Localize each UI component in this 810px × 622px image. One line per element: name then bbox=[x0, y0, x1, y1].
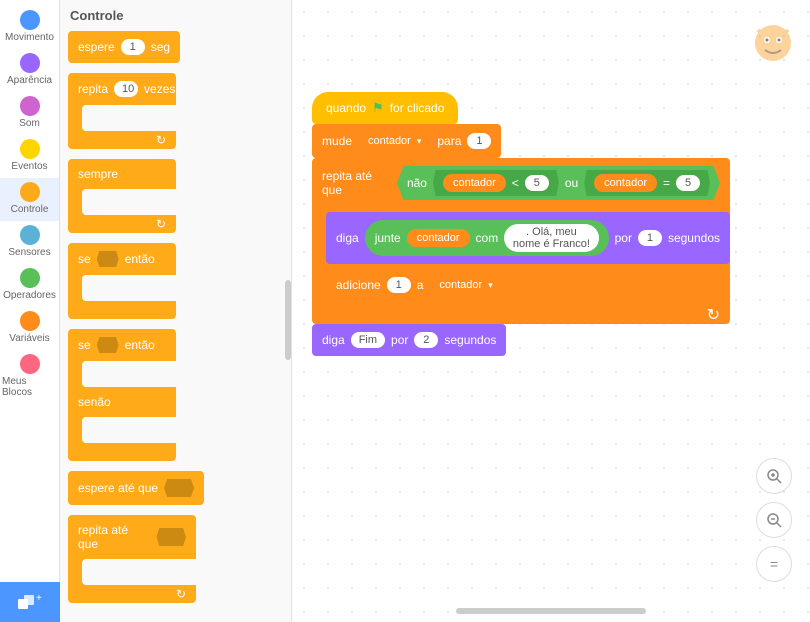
block-forever[interactable]: sempre ↻ bbox=[68, 159, 176, 233]
block-repeat-until-instance[interactable]: repita até que não contador < 5 ou conta… bbox=[312, 158, 730, 324]
loop-arrow-icon: ↻ bbox=[156, 217, 166, 231]
block-repeat-until[interactable]: repita até que ↻ bbox=[68, 515, 196, 603]
cat-som[interactable]: Som bbox=[0, 92, 59, 135]
block-repeat[interactable]: repita10vezes ↻ bbox=[68, 73, 176, 149]
cat-variaveis[interactable]: Variáveis bbox=[0, 307, 59, 350]
block-change-var[interactable]: adicione 1 a contador bbox=[326, 268, 513, 302]
op-not[interactable]: não contador < 5 ou contador = 5 bbox=[397, 166, 720, 200]
zoom-out-button[interactable] bbox=[756, 502, 792, 538]
category-sidebar: Movimento Aparência Som Eventos Controle… bbox=[0, 0, 60, 622]
block-say-for-secs[interactable]: diga junte contador com . Olá, meu nome … bbox=[326, 212, 730, 264]
green-flag-icon: ⚑ bbox=[372, 100, 384, 116]
block-say-for-secs-end[interactable]: diga Fim por 2 segundos bbox=[312, 324, 506, 356]
cat-eventos[interactable]: Eventos bbox=[0, 135, 59, 178]
block-ifelse[interactable]: seentão senão bbox=[68, 329, 176, 461]
sprite-watermark-icon bbox=[750, 20, 796, 66]
zoom-reset-button[interactable]: = bbox=[756, 546, 792, 582]
zoom-controls: = bbox=[756, 458, 792, 582]
svg-text:+: + bbox=[36, 593, 42, 604]
cat-aparencia[interactable]: Aparência bbox=[0, 49, 59, 92]
cat-meusblocos[interactable]: Meus Blocos bbox=[0, 350, 59, 404]
block-when-flag-clicked[interactable]: quando ⚑ for clicado bbox=[312, 92, 458, 124]
op-join[interactable]: junte contador com . Olá, meu nome é Fra… bbox=[365, 220, 609, 256]
block-palette[interactable]: Controle espere1seg repita10vezes ↻ semp… bbox=[60, 0, 292, 622]
block-wait-until[interactable]: espere até que bbox=[68, 471, 204, 505]
loop-arrow-icon: ↻ bbox=[707, 305, 720, 325]
cat-movimento[interactable]: Movimento bbox=[0, 6, 59, 49]
op-lt[interactable]: contador < 5 bbox=[433, 170, 559, 196]
zoom-in-button[interactable] bbox=[756, 458, 792, 494]
block-set-var[interactable]: mude contador para 1 bbox=[312, 124, 501, 158]
palette-header: Controle bbox=[70, 8, 291, 23]
loop-arrow-icon: ↻ bbox=[156, 133, 166, 147]
script-stack[interactable]: quando ⚑ for clicado mude contador para … bbox=[312, 92, 730, 356]
block-if[interactable]: seentão bbox=[68, 243, 176, 319]
cat-controle[interactable]: Controle bbox=[0, 178, 59, 221]
op-eq[interactable]: contador = 5 bbox=[584, 170, 710, 196]
loop-arrow-icon: ↻ bbox=[176, 587, 186, 601]
palette-scrollbar[interactable] bbox=[285, 280, 291, 360]
workspace-scrollbar[interactable] bbox=[456, 608, 646, 614]
var-dropdown[interactable]: contador bbox=[358, 132, 431, 150]
workspace[interactable]: quando ⚑ for clicado mude contador para … bbox=[292, 0, 810, 622]
cat-sensores[interactable]: Sensores bbox=[0, 221, 59, 264]
block-wait[interactable]: espere1seg bbox=[68, 31, 180, 63]
cat-operadores[interactable]: Operadores bbox=[0, 264, 59, 307]
add-extension-button[interactable]: + bbox=[0, 582, 60, 622]
var-dropdown[interactable]: contador bbox=[429, 276, 502, 294]
